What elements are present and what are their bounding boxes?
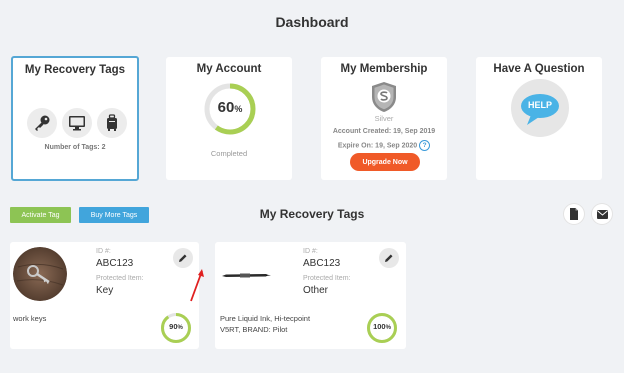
id-label: ID #: (96, 248, 111, 255)
card-title-account: My Account (196, 63, 262, 75)
expire-on: Expire On: 19, Sep 2020 (337, 142, 418, 150)
section-title: My Recovery Tags (259, 207, 365, 221)
page-title: Dashboard (275, 14, 349, 30)
document-icon[interactable] (564, 204, 584, 224)
protected-item-label: Protected Item: (303, 275, 351, 282)
question-card[interactable]: Have A Question HELP (476, 57, 602, 180)
tag-id: ABC123 (96, 258, 134, 269)
membership-level: Silver (374, 114, 394, 123)
account-card[interactable]: My Account 60% Completed (166, 57, 292, 180)
tag-percent: 100 (373, 322, 386, 331)
number-of-tags: Number of Tags: 2 (44, 144, 106, 151)
monitor-icon (62, 108, 92, 138)
question-circle-icon[interactable]: ? (419, 140, 431, 151)
tag-progress-ring: 100% (366, 312, 398, 344)
tag-id: ABC123 (303, 258, 341, 269)
account-progress-ring: 60% (203, 82, 257, 136)
account-percent: 60 (217, 99, 235, 116)
help-label: HELP (527, 100, 552, 110)
pen-photo (218, 247, 272, 301)
key-icon (27, 108, 57, 138)
card-title-recovery-tags: My Recovery Tags (24, 64, 126, 76)
tag-description: Pure Liquid Ink, Hi-tecpoint (220, 314, 311, 323)
card-title-question: Have A Question (493, 63, 585, 75)
red-arrow (190, 269, 204, 302)
shield-s-icon (370, 81, 398, 113)
tag-description-line2: V5RT, BRAND: Pilot (220, 325, 288, 334)
upgrade-now-button[interactable]: Upgrade Now (350, 153, 420, 171)
tag-progress-ring: 90% (160, 312, 192, 344)
tag-description: work keys (13, 314, 47, 323)
tag-card[interactable]: ID #: ABC123 Protected Item: Key work ke… (10, 242, 204, 349)
account-created: Account Created: 19, Sep 2019 (332, 128, 436, 135)
pencil-icon[interactable] (173, 248, 193, 268)
pencil-icon[interactable] (379, 248, 399, 268)
membership-card: My Membership Silver Account Created: 19… (321, 57, 447, 180)
tag-percent: 90 (169, 322, 178, 331)
recovery-tags-card[interactable]: My Recovery Tags Number of Tags: 2 (11, 56, 139, 181)
help-bubble-icon[interactable]: HELP (511, 79, 569, 137)
protected-item-label: Protected Item: (96, 275, 144, 282)
mail-icon[interactable] (592, 204, 612, 224)
protected-item: Key (96, 285, 114, 296)
activate-tag-button[interactable]: Activate Tag (10, 207, 71, 223)
suitcase-icon (97, 108, 127, 138)
account-percent-sign: % (234, 104, 243, 114)
tag-percent-sign: % (177, 325, 183, 331)
tag-card[interactable]: ID #: ABC123 Protected Item: Other Pure … (215, 242, 406, 349)
protected-item: Other (303, 285, 329, 296)
account-status: Completed (210, 149, 248, 158)
buy-more-tags-button[interactable]: Buy More Tags (79, 207, 149, 223)
card-title-membership: My Membership (340, 63, 428, 75)
key-photo (13, 247, 67, 301)
id-label: ID #: (303, 248, 318, 255)
tag-percent-sign: % (385, 325, 391, 331)
